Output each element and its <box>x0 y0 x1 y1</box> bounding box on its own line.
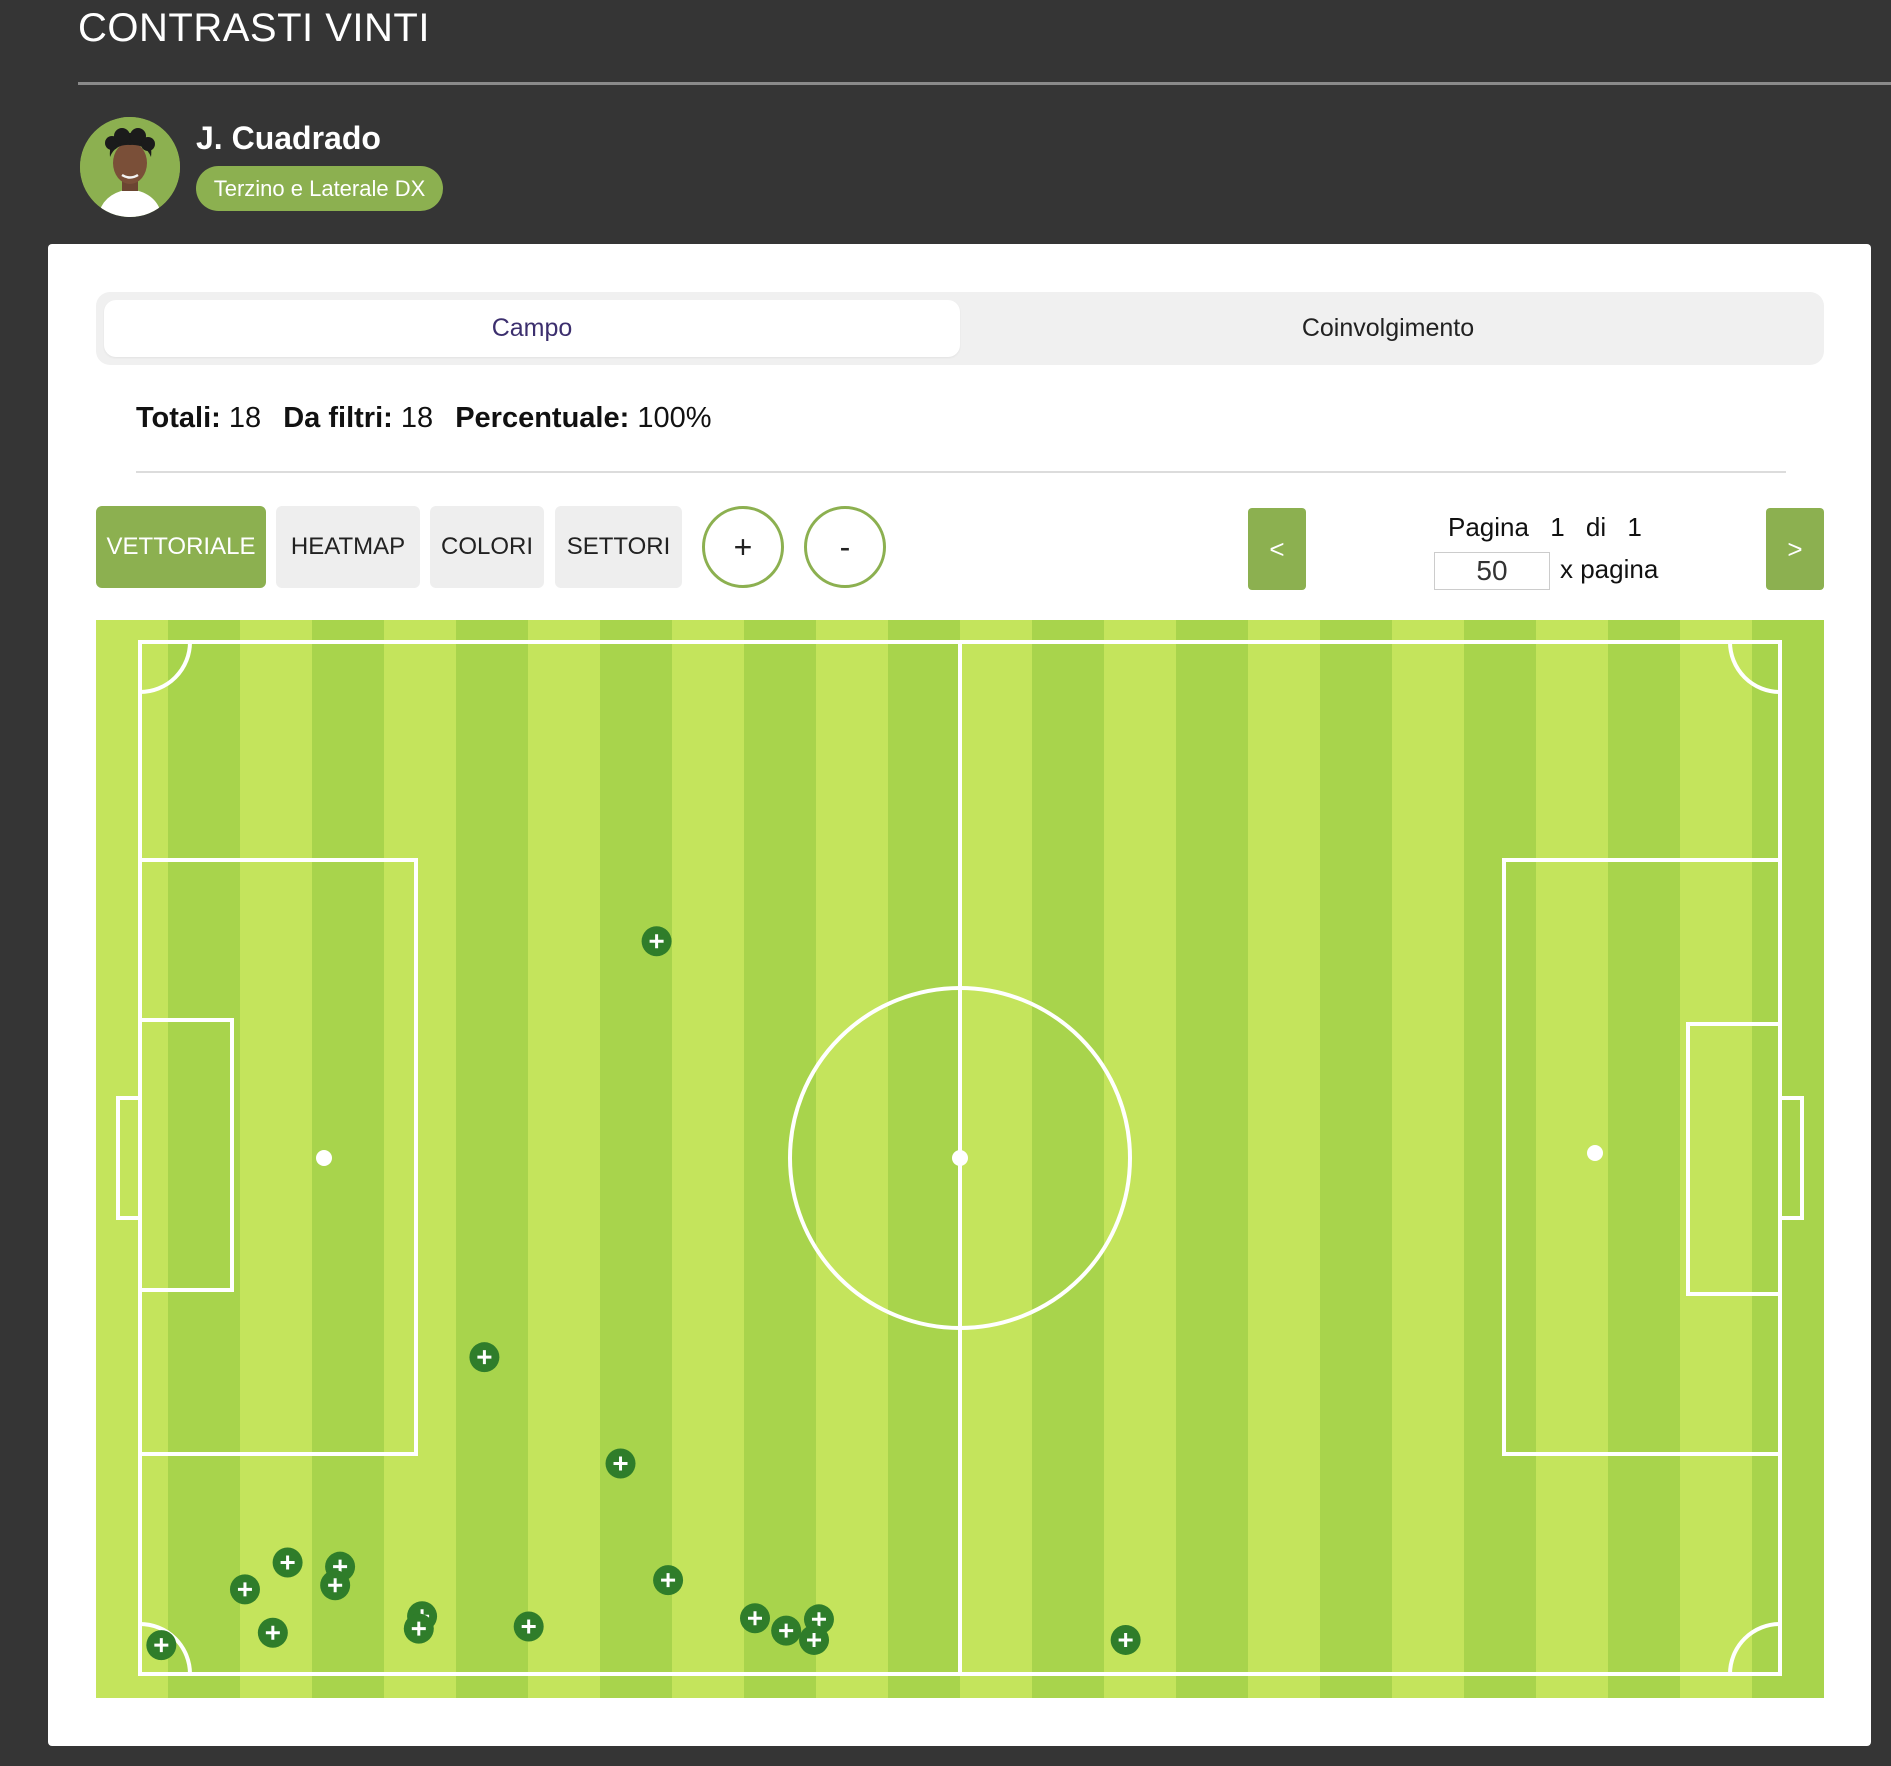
content-card: Campo Coinvolgimento Totali: 18 Da filtr… <box>48 244 1871 1746</box>
pitch-stripe <box>600 620 672 1698</box>
pagination-info: Pagina 1 di 1 <box>1448 512 1656 543</box>
page-label: Pagina <box>1448 512 1529 542</box>
tackle-marker[interactable] <box>641 926 672 957</box>
next-page-button[interactable]: > <box>1766 508 1824 590</box>
tab-campo[interactable]: Campo <box>104 300 960 357</box>
player-photo-icon <box>80 117 180 217</box>
totali-value: 18 <box>228 402 262 434</box>
pitch-stripe <box>1752 620 1824 1698</box>
prev-page-button[interactable]: < <box>1248 508 1306 590</box>
heatmap-button[interactable]: HEATMAP <box>276 506 420 588</box>
tackle-marker[interactable] <box>799 1624 830 1655</box>
tackle-marker[interactable] <box>653 1565 684 1596</box>
tackle-marker[interactable] <box>771 1615 802 1646</box>
tackle-marker[interactable] <box>257 1617 288 1648</box>
percentuale-value: 100% <box>637 402 712 434</box>
zoom-in-button[interactable]: + <box>702 506 784 588</box>
page: CONTRASTI VINTI J. Cuadrado Terzino e La… <box>0 0 1891 1766</box>
tackle-marker[interactable] <box>403 1613 434 1644</box>
pitch-stripe <box>744 620 816 1698</box>
colori-button[interactable]: COLORI <box>430 506 544 588</box>
tab-coinvolgimento[interactable]: Coinvolgimento <box>960 300 1816 357</box>
title-divider <box>78 82 1891 85</box>
stats-divider <box>136 471 1786 473</box>
per-page-label: x pagina <box>1560 554 1659 584</box>
filtri-label: Da filtri: <box>283 402 393 434</box>
percentuale-label: Percentuale: <box>455 402 630 434</box>
pitch-svg <box>96 620 1824 1698</box>
center-spot <box>952 1150 968 1166</box>
pitch-stripe <box>1032 620 1104 1698</box>
pitch-chart <box>96 620 1824 1698</box>
totali-label: Totali: <box>136 402 221 434</box>
role-badge: Terzino e Laterale DX <box>196 166 443 211</box>
page-of-label: di <box>1585 512 1607 542</box>
page-total: 1 <box>1627 512 1642 542</box>
player-name: J. Cuadrado <box>196 120 381 156</box>
tackle-marker[interactable] <box>469 1342 500 1373</box>
left-penalty-spot <box>316 1150 332 1166</box>
right-penalty-spot <box>1587 1145 1603 1161</box>
page-current: 1 <box>1550 512 1565 542</box>
tackle-marker[interactable] <box>1110 1624 1141 1655</box>
vettoriale-button[interactable]: VETTORIALE <box>96 506 266 588</box>
per-page-input[interactable] <box>1434 552 1550 590</box>
zoom-out-button[interactable]: - <box>804 506 886 588</box>
avatar <box>80 117 180 217</box>
tackle-marker[interactable] <box>320 1570 351 1601</box>
pitch-stripe <box>888 620 960 1698</box>
pitch-stripe <box>456 620 528 1698</box>
page-title: CONTRASTI VINTI <box>78 6 430 50</box>
pitch-stripe <box>1320 620 1392 1698</box>
tackle-marker[interactable] <box>146 1630 177 1661</box>
pitch-stripe <box>1464 620 1536 1698</box>
tackle-marker[interactable] <box>272 1547 303 1578</box>
stats-summary: Totali: 18 Da filtri: 18 Percentuale: 10… <box>136 402 712 435</box>
filtri-value: 18 <box>400 402 434 434</box>
pitch-stripe <box>1608 620 1680 1698</box>
view-tabs: Campo Coinvolgimento <box>96 292 1824 365</box>
tackle-marker[interactable] <box>513 1611 544 1642</box>
tackle-marker[interactable] <box>229 1574 260 1605</box>
settori-button[interactable]: SETTORI <box>555 506 682 588</box>
tackle-marker[interactable] <box>605 1448 636 1479</box>
tackle-marker[interactable] <box>740 1603 770 1634</box>
pitch-stripe <box>168 620 240 1698</box>
pitch-stripe <box>1176 620 1248 1698</box>
